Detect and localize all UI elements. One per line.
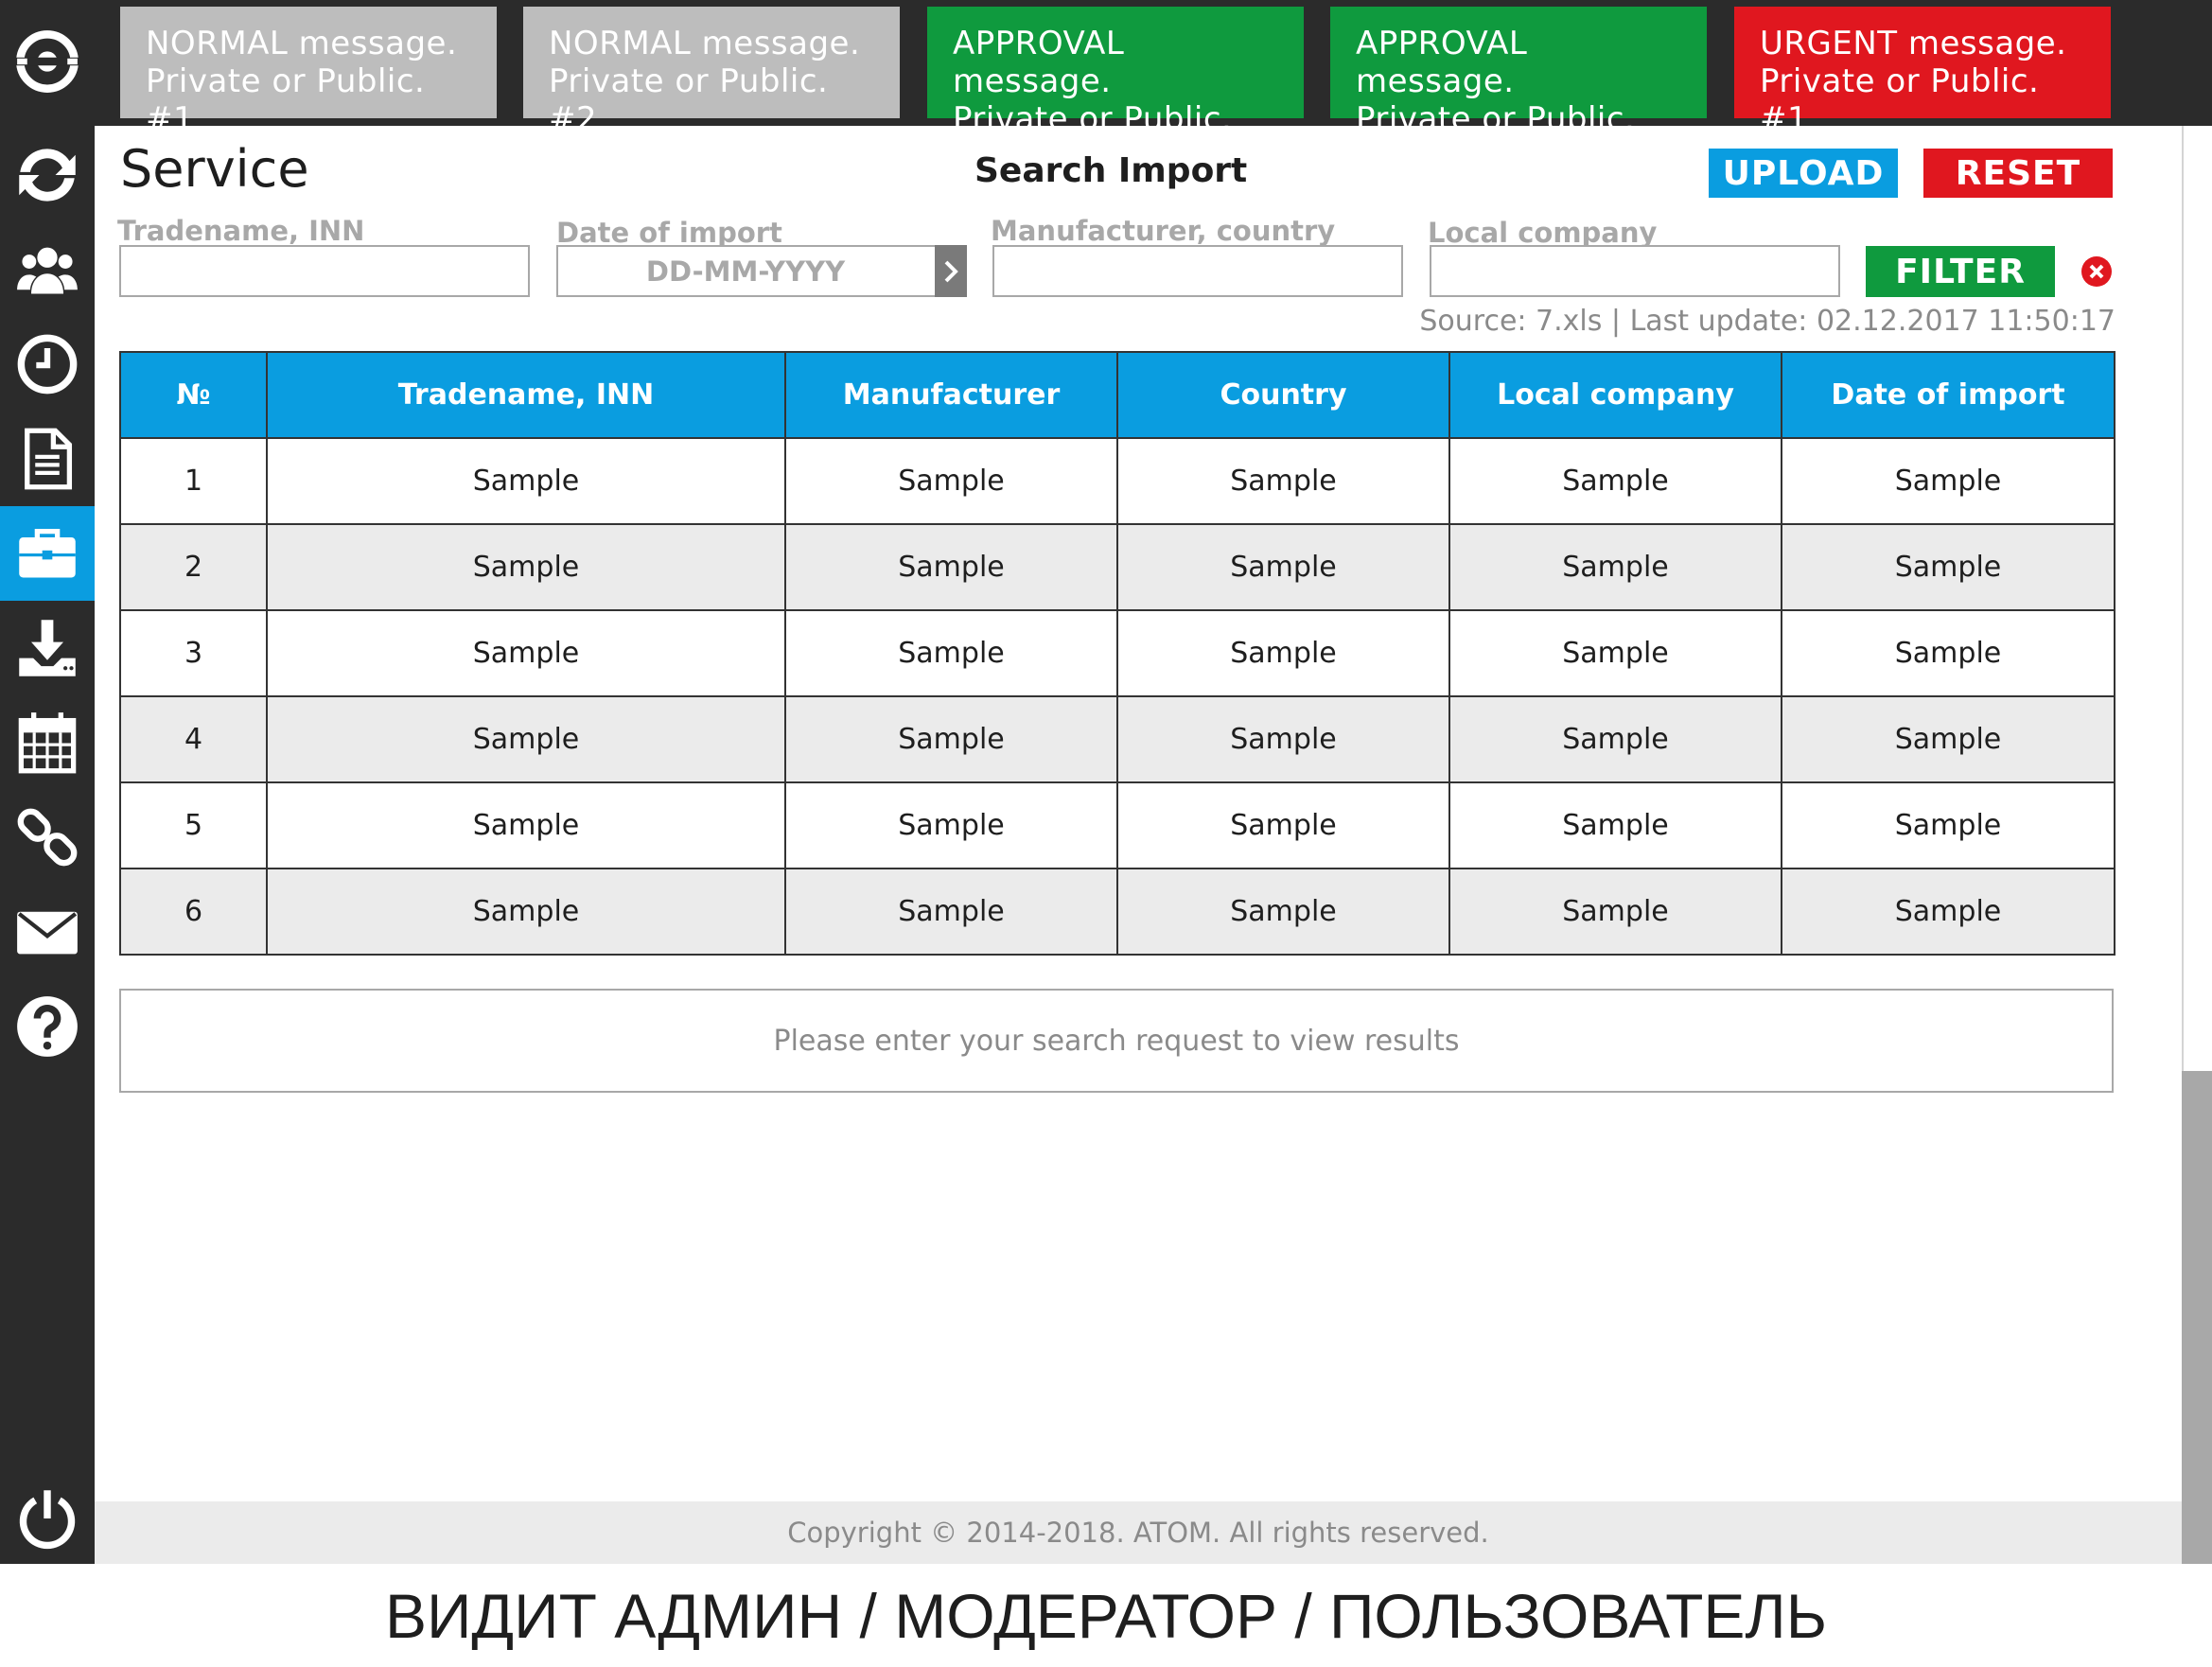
tradename-label: Tradename, INN	[117, 215, 365, 247]
table-cell: Sample	[1116, 609, 1450, 697]
table-cell: Sample	[1781, 781, 2115, 869]
message-type: NORMAL message.	[549, 25, 861, 62]
table-cell: Sample	[266, 695, 786, 783]
eye-logo-icon[interactable]	[0, 14, 95, 109]
reset-button[interactable]: RESET	[1923, 149, 2113, 198]
help-icon[interactable]	[0, 979, 95, 1074]
clock-icon[interactable]	[0, 317, 95, 412]
table-row[interactable]: 2 Sample Sample Sample Sample Sample	[119, 523, 2115, 611]
table-row[interactable]: 1 Sample Sample Sample Sample Sample	[119, 437, 2115, 525]
message-bar: NORMAL message. Private or Public. #1 NO…	[95, 0, 2212, 176]
table-cell: 5	[119, 781, 268, 869]
table-row[interactable]: 3 Sample Sample Sample Sample Sample	[119, 609, 2115, 697]
table-cell: Sample	[1781, 437, 2115, 525]
table-cell: Sample	[1781, 695, 2115, 783]
calendar-icon[interactable]	[0, 695, 95, 790]
users-icon[interactable]	[0, 222, 95, 317]
document-icon[interactable]	[0, 412, 95, 506]
date-input[interactable]: DD-MM-YYYY	[556, 245, 967, 297]
table-cell: 6	[119, 868, 268, 956]
date-placeholder: DD-MM-YYYY	[645, 254, 846, 288]
table-cell: Sample	[784, 437, 1118, 525]
message-approval-2[interactable]: APPROVAL message. Private or Public. #2	[1330, 7, 1707, 176]
table-header-row: № Tradename, INN Manufacturer Country Lo…	[119, 351, 2115, 439]
table-cell: Sample	[1448, 695, 1782, 783]
scrollbar-thumb[interactable]	[2182, 1071, 2212, 1564]
message-type: APPROVAL message.	[1356, 25, 1528, 100]
table-cell: 4	[119, 695, 268, 783]
refresh-icon[interactable]	[0, 128, 95, 222]
table-cell: 2	[119, 523, 268, 611]
table-cell: Sample	[784, 695, 1118, 783]
table-cell: Sample	[784, 781, 1118, 869]
table-cell: Sample	[1116, 437, 1450, 525]
link-icon[interactable]	[0, 790, 95, 885]
results-table: № Tradename, INN Manufacturer Country Lo…	[119, 351, 2115, 956]
table-cell: Sample	[1448, 609, 1782, 697]
table-cell: Sample	[1448, 868, 1782, 956]
table-cell: Sample	[266, 609, 786, 697]
column-header-manufacturer[interactable]: Manufacturer	[784, 351, 1118, 439]
table-cell: Sample	[1781, 868, 2115, 956]
message-type: APPROVAL message.	[953, 25, 1125, 100]
download-icon[interactable]	[0, 601, 95, 695]
table-cell: Sample	[266, 781, 786, 869]
manufacturer-input[interactable]	[992, 245, 1403, 297]
footer-copyright: Copyright © 2014-2018. ATOM. All rights …	[95, 1501, 2182, 1564]
table-cell: Sample	[1116, 781, 1450, 869]
filter-button[interactable]: FILTER	[1866, 246, 2055, 297]
table-cell: Sample	[1448, 437, 1782, 525]
column-header-country[interactable]: Country	[1116, 351, 1450, 439]
manufacturer-label: Manufacturer, country	[991, 215, 1336, 247]
table-cell: Sample	[1116, 523, 1450, 611]
source-info: Source: 7.xls | Last update: 02.12.2017 …	[1419, 305, 2115, 338]
upload-button[interactable]: UPLOAD	[1709, 149, 1898, 198]
table-cell: Sample	[266, 437, 786, 525]
chevron-right-icon[interactable]	[935, 245, 967, 297]
briefcase-icon[interactable]	[0, 506, 95, 601]
empty-results-message: Please enter your search request to view…	[119, 989, 2114, 1093]
column-header-date[interactable]: Date of import	[1781, 351, 2115, 439]
table-cell: Sample	[784, 523, 1118, 611]
column-header-number[interactable]: №	[119, 351, 268, 439]
message-normal-2[interactable]: NORMAL message. Private or Public. #2	[523, 7, 900, 138]
role-caption: ВИДИТ АДМИН / МОДЕРАТОР / ПОЛЬЗОВАТЕЛЬ	[0, 1564, 2212, 1667]
table-cell: Sample	[1448, 523, 1782, 611]
table-cell: Sample	[266, 868, 786, 956]
local-company-input[interactable]	[1430, 245, 1840, 297]
sidebar	[0, 0, 95, 1564]
table-row[interactable]: 5 Sample Sample Sample Sample Sample	[119, 781, 2115, 869]
table-cell: Sample	[1116, 868, 1450, 956]
table-cell: Sample	[1781, 523, 2115, 611]
table-cell: Sample	[1116, 695, 1450, 783]
message-approval-1[interactable]: APPROVAL message. Private or Public. #1	[927, 7, 1304, 176]
message-type: URGENT message.	[1760, 25, 2067, 62]
table-row[interactable]: 6 Sample Sample Sample Sample Sample	[119, 868, 2115, 956]
table-cell: Sample	[784, 868, 1118, 956]
table-cell: Sample	[266, 523, 786, 611]
table-cell: 3	[119, 609, 268, 697]
tradename-input[interactable]	[119, 245, 530, 297]
local-company-label: Local company	[1428, 217, 1658, 249]
table-cell: Sample	[784, 609, 1118, 697]
clear-filter-icon[interactable]	[2080, 255, 2113, 288]
section-title: Search Import	[974, 151, 1248, 190]
table-cell: Sample	[1781, 609, 2115, 697]
column-header-local-company[interactable]: Local company	[1448, 351, 1782, 439]
table-cell: 1	[119, 437, 268, 525]
date-label: Date of import	[556, 217, 782, 249]
message-urgent-1[interactable]: URGENT message. Private or Public. #1	[1734, 7, 2111, 138]
power-icon[interactable]	[0, 1471, 95, 1566]
column-header-tradename[interactable]: Tradename, INN	[266, 351, 786, 439]
message-type: NORMAL message.	[146, 25, 458, 62]
table-cell: Sample	[1448, 781, 1782, 869]
page-title: Service	[120, 139, 309, 199]
table-row[interactable]: 4 Sample Sample Sample Sample Sample	[119, 695, 2115, 783]
mail-icon[interactable]	[0, 885, 95, 979]
message-normal-1[interactable]: NORMAL message. Private or Public. #1	[120, 7, 497, 138]
